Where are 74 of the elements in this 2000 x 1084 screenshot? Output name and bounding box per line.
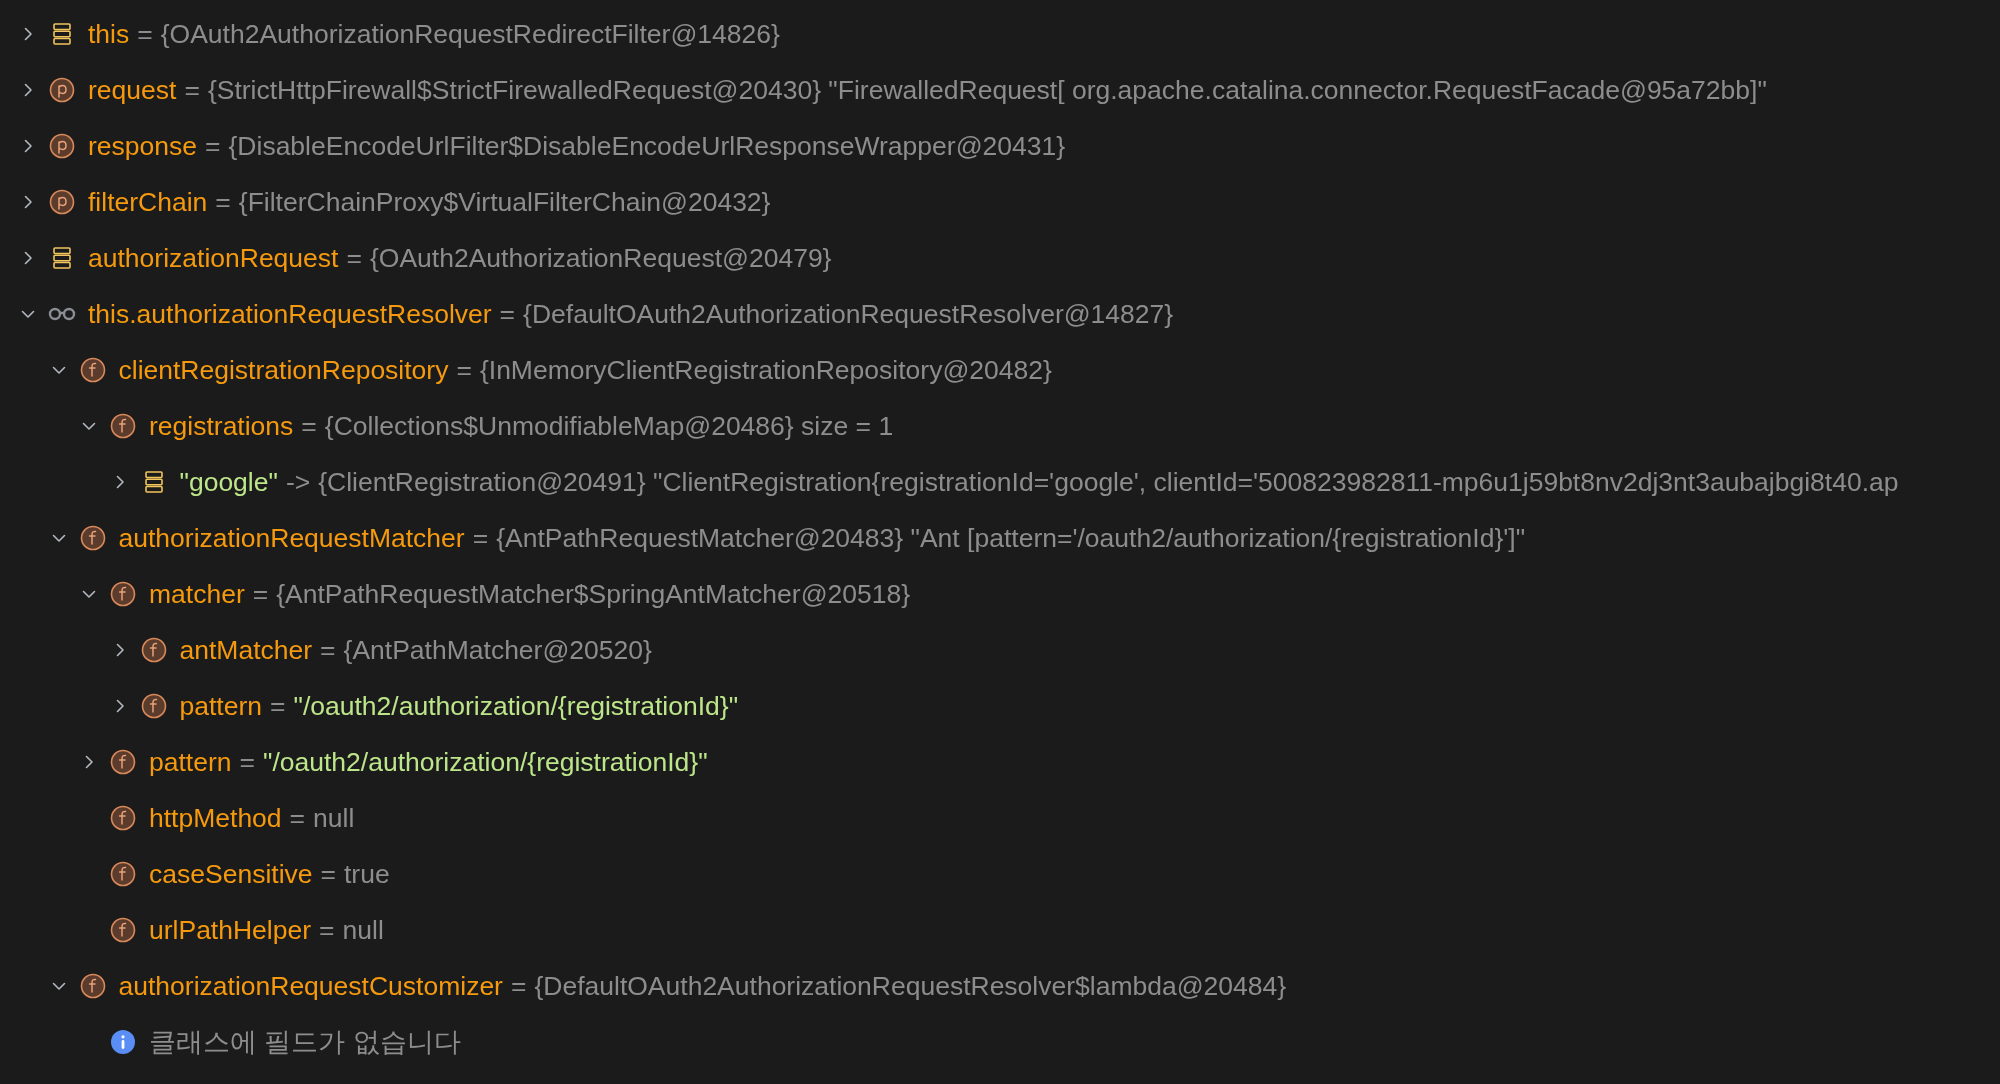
variable-name: pattern — [149, 746, 232, 778]
variable-value: {InMemoryClientRegistrationRepository@20482} — [479, 354, 1052, 386]
field-icon — [110, 805, 136, 831]
separator: = — [320, 634, 336, 666]
field-icon — [79, 973, 106, 999]
variable-value: {AntPathRequestMatcher$SpringAntMatcher@20518} — [276, 578, 911, 610]
variable-name: request — [88, 74, 177, 106]
field-icon — [140, 693, 167, 719]
parameter-icon — [49, 133, 75, 159]
variable-value: "/oauth2/authorization/{registrationId}" — [293, 690, 739, 722]
separator: = — [499, 298, 516, 330]
variable-name: registrations — [149, 410, 294, 442]
variable-name: this — [88, 18, 130, 50]
parameter-icon — [49, 77, 75, 103]
variable-value: {AntPathRequestMatcher@20483} "Ant [pattern='/oauth2/authorization/{registrationId}']" — [496, 522, 1526, 554]
separator: = — [205, 130, 221, 162]
variable-value: {ClientRegistration@20491} "ClientRegistration{registrationId='google', clientId='500823982811-mp6u1j59bt8nv2dj3nt3aubajbgi8t40.ap — [318, 466, 1899, 498]
variable-name: httpMethod — [149, 802, 282, 834]
variable-name: authorizationRequestMatcher — [118, 522, 465, 554]
separator: = — [215, 186, 231, 218]
separator: = — [137, 18, 153, 50]
field-icon — [110, 749, 136, 775]
separator: = — [301, 410, 317, 442]
variable-name: pattern — [179, 690, 262, 722]
parameter-icon — [49, 189, 75, 215]
field-icon — [140, 637, 167, 663]
separator: = — [252, 578, 269, 610]
glasses-icon — [48, 307, 76, 321]
separator: = — [319, 914, 335, 946]
separator: = — [184, 74, 200, 106]
field-icon — [110, 413, 136, 439]
stack-icon — [52, 22, 72, 46]
field-icon — [79, 357, 106, 383]
variable-value: {FilterChainProxy$VirtualFilterChain@20432} — [238, 186, 771, 218]
variable-name: filterChain — [88, 186, 208, 218]
variable-value: {OAuth2AuthorizationRequest@20479} — [369, 242, 832, 274]
variable-name: this.authorizationRequestResolver — [88, 298, 492, 330]
variable-value: null — [313, 802, 355, 834]
info-message: 클래스에 필드가 없습니다 — [149, 1026, 461, 1059]
variable-value: {DisableEncodeUrlFilter$DisableEncodeUrlResponseWrapper@20431} — [228, 130, 1066, 162]
variable-value: {DefaultOAuth2AuthorizationRequestResolver@14827} — [523, 298, 1174, 330]
separator: = — [270, 690, 286, 722]
variable-name: antMatcher — [179, 634, 313, 666]
field-icon — [110, 917, 136, 943]
variable-value: {OAuth2AuthorizationRequestRedirectFilter@14826} — [160, 18, 780, 50]
variable-name: response — [88, 130, 197, 162]
variable-value: {Collections$UnmodifiableMap@20486} size = 1 — [324, 410, 894, 442]
field-icon — [110, 581, 136, 607]
separator: = — [510, 970, 527, 1002]
separator: = — [346, 242, 362, 274]
variable-value: {DefaultOAuth2AuthorizationRequestResolver$lambda@20484} — [534, 970, 1287, 1002]
variable-name: matcher — [149, 578, 245, 610]
separator: = — [289, 802, 306, 834]
variable-name: urlPathHelper — [149, 914, 312, 946]
variable-name: authorizationRequest — [88, 242, 339, 274]
variable-value: {StrictHttpFirewall$StrictFirewalledRequest@20430} "FirewalledRequest[ org.apache.catalina.connector.RequestFacade@95a72bb]" — [207, 74, 1767, 106]
variable-value: {AntPathMatcher@20520} — [343, 634, 652, 666]
field-icon — [79, 525, 106, 551]
separator: = — [320, 858, 336, 890]
separator: = — [239, 746, 255, 778]
variable-name: caseSensitive — [149, 858, 313, 890]
variable-value: true — [344, 858, 390, 890]
variable-value: "/oauth2/authorization/{registrationId}" — [263, 746, 708, 778]
separator: = — [456, 354, 472, 386]
variable-name: clientRegistrationRepository — [118, 354, 449, 386]
variable-name: "google" — [179, 466, 278, 498]
field-icon — [110, 861, 136, 887]
info-icon — [110, 1029, 136, 1055]
stack-icon — [52, 246, 72, 270]
separator: = — [472, 522, 489, 554]
stack-icon — [143, 470, 164, 494]
separator: -> — [285, 466, 311, 498]
variable-value: null — [342, 914, 384, 946]
variable-name: authorizationRequestCustomizer — [118, 970, 503, 1002]
